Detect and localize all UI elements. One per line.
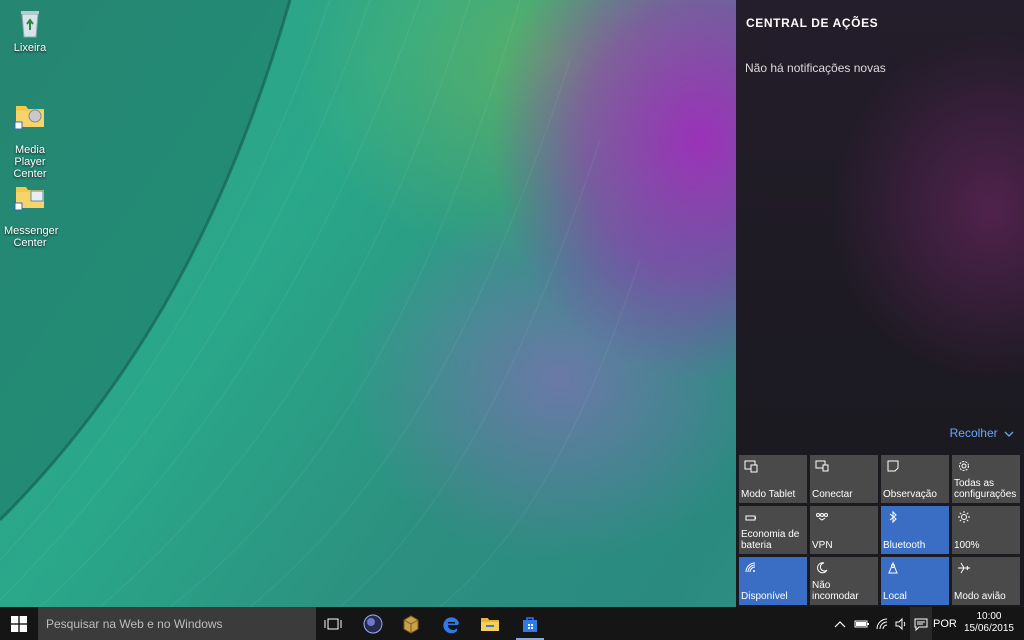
start-button[interactable]	[0, 607, 38, 640]
vpn-icon	[816, 513, 828, 521]
desktop-icon-recycle-bin[interactable]: Lixeira	[4, 6, 56, 54]
desktop-icon-label: Messenger Center	[4, 225, 59, 249]
wifi-icon	[745, 562, 756, 573]
desktop-icon-label: Lixeira	[13, 42, 47, 54]
tile-brightness[interactable]: 100%	[952, 506, 1020, 554]
taskbar-app-package[interactable]	[393, 607, 429, 640]
tile-bluetooth[interactable]: Bluetooth	[881, 506, 949, 554]
tile-label: Economia de bateria	[741, 529, 800, 551]
tile-label: Modo avião	[954, 591, 1006, 602]
note-icon	[887, 460, 899, 472]
recycle-bin-icon	[21, 11, 39, 38]
tile-label: Conectar	[812, 489, 853, 500]
battery-icon[interactable]	[854, 619, 870, 629]
tile-label: 100%	[954, 540, 980, 551]
taskbar-app-store[interactable]	[512, 607, 548, 640]
clock[interactable]: 10:00 15/06/2015	[964, 611, 1014, 635]
action-center-button[interactable]	[910, 607, 932, 640]
taskbar-app-edge[interactable]	[434, 607, 470, 640]
chevron-up-icon[interactable]	[834, 619, 846, 629]
airplane-icon	[958, 562, 970, 574]
volume-icon[interactable]	[894, 617, 908, 631]
tablet-mode-icon	[744, 460, 758, 473]
taskbar-app-orb[interactable]	[355, 607, 391, 640]
system-tray	[834, 607, 908, 640]
desktop-icon-messenger-center[interactable]: Messenger Center	[4, 165, 59, 249]
network-icon[interactable]	[875, 617, 889, 631]
chevron-down-icon	[1004, 431, 1014, 437]
search-box[interactable]: Pesquisar na Web e no Windows	[38, 607, 316, 640]
taskbar-app-file-explorer[interactable]	[472, 607, 508, 640]
brightness-icon	[958, 511, 970, 523]
tile-label: Local	[883, 591, 907, 602]
battery-saver-icon	[745, 515, 756, 521]
task-view-icon	[324, 618, 342, 629]
location-icon	[888, 561, 898, 574]
tile-wifi[interactable]: Disponível	[739, 557, 807, 605]
tile-battery-saver[interactable]: Economia de bateria	[739, 506, 807, 554]
no-notifications-text: Não há notificações novas	[745, 61, 886, 75]
tile-label: Todas as configurações	[954, 478, 1017, 500]
moon-icon	[817, 562, 828, 574]
search-placeholder: Pesquisar na Web e no Windows	[46, 616, 223, 631]
tile-note[interactable]: Observação	[881, 455, 949, 503]
collapse-button[interactable]: Recolher	[950, 426, 1014, 440]
tile-label: Não incomodar	[812, 580, 859, 602]
taskbar: Pesquisar na Web e no Windows POR 10:00 …	[0, 607, 1024, 640]
settings-gear-icon	[959, 461, 969, 471]
action-center-title: CENTRAL DE AÇÕES	[746, 16, 879, 30]
edge-browser-icon	[443, 616, 459, 633]
tile-label: Modo Tablet	[741, 489, 796, 500]
collapse-label: Recolher	[949, 426, 998, 440]
tile-label: Observação	[883, 489, 937, 500]
tile-location[interactable]: Local	[881, 557, 949, 605]
notification-icon	[914, 618, 928, 631]
tile-airplane-mode[interactable]: Modo avião	[952, 557, 1020, 605]
clock-date: 15/06/2015	[963, 623, 1014, 634]
language-indicator[interactable]: POR	[933, 607, 957, 640]
media-player-folder-icon	[14, 106, 44, 130]
tile-label: Bluetooth	[883, 540, 926, 551]
tile-connect[interactable]: Conectar	[810, 455, 878, 503]
language-label: POR	[933, 617, 957, 630]
connect-icon	[815, 460, 829, 472]
tile-do-not-disturb[interactable]: Não incomodar	[810, 557, 878, 605]
tile-label: Disponível	[741, 591, 788, 602]
bluetooth-icon	[889, 510, 897, 524]
tile-vpn[interactable]: VPN	[810, 506, 878, 554]
store-bag-icon	[523, 616, 537, 632]
quick-actions-grid: Modo Tablet Conectar Observação Todas as…	[739, 455, 1023, 605]
clock-time: 10:00	[976, 611, 1002, 622]
tile-tablet-mode[interactable]: Modo Tablet	[739, 455, 807, 503]
orb-app-icon	[363, 614, 383, 633]
package-app-icon	[403, 614, 419, 634]
messenger-folder-icon	[14, 187, 44, 211]
tile-all-settings[interactable]: Todas as configurações	[952, 455, 1020, 503]
file-explorer-icon	[481, 617, 499, 631]
action-center-panel: CENTRAL DE AÇÕES Não há notificações nov…	[736, 0, 1024, 607]
task-view-button[interactable]	[315, 607, 351, 640]
windows-logo-icon	[11, 615, 27, 632]
tile-label: VPN	[812, 540, 833, 551]
